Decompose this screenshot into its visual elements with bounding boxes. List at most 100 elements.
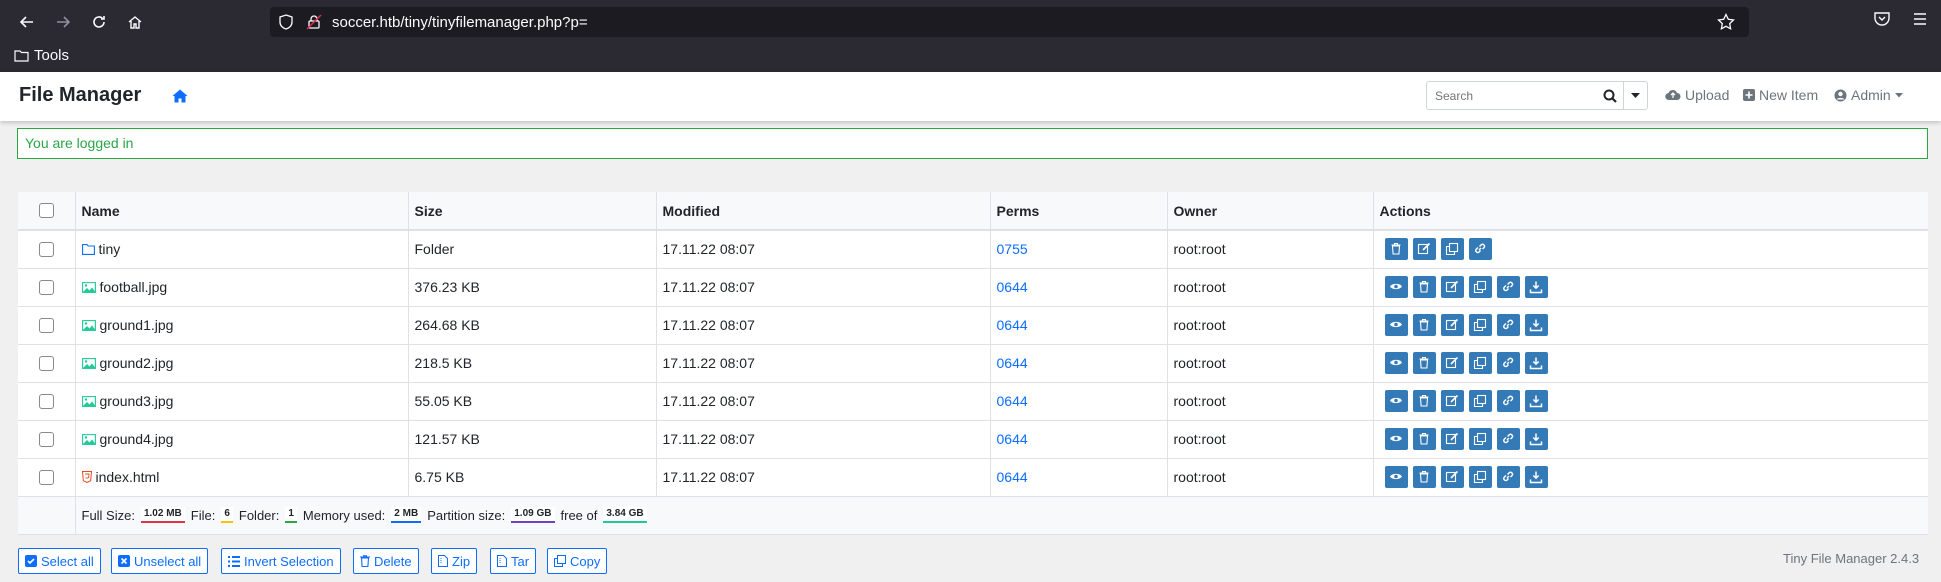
file-name-link[interactable]: tiny [81, 241, 402, 257]
zip-button[interactable]: Zip [431, 548, 478, 574]
download-button[interactable] [1524, 466, 1548, 488]
delete-file-button[interactable] [1384, 238, 1408, 261]
rename-button[interactable] [1412, 238, 1436, 261]
row-checkbox[interactable] [38, 279, 54, 295]
new-item-link[interactable]: New Item [1743, 87, 1818, 103]
admin-menu[interactable]: Admin [1834, 87, 1903, 103]
image-file-icon [81, 433, 96, 445]
delete-file-button[interactable] [1412, 352, 1436, 374]
delete-file-button[interactable] [1412, 466, 1436, 488]
copy-button[interactable]: Copy [547, 548, 608, 574]
view-button[interactable] [1384, 390, 1408, 412]
full-size-badge: 1.02 MB [140, 507, 185, 523]
file-owner: root:root [1167, 268, 1374, 307]
file-perms-link[interactable]: 0644 [997, 317, 1028, 333]
file-name-link[interactable]: ground4.jpg [81, 431, 402, 447]
forward-button[interactable] [49, 10, 77, 34]
delete-file-button[interactable] [1412, 314, 1436, 336]
copy-icon [1473, 470, 1487, 484]
unselect-all-button[interactable]: Unselect all [111, 548, 209, 574]
column-header-modified[interactable]: Modified [656, 192, 991, 231]
eye-icon [1390, 397, 1402, 404]
direct-link-button[interactable] [1468, 238, 1492, 261]
direct-link-button[interactable] [1496, 276, 1520, 298]
rename-button[interactable] [1440, 428, 1464, 450]
row-checkbox[interactable] [38, 393, 54, 409]
view-button[interactable] [1384, 466, 1408, 488]
file-name-link[interactable]: ground3.jpg [81, 393, 402, 409]
download-button[interactable] [1524, 390, 1548, 412]
copy-file-button[interactable] [1468, 276, 1492, 298]
rename-button[interactable] [1440, 314, 1464, 336]
file-perms-link[interactable]: 0755 [997, 241, 1028, 257]
row-checkbox[interactable] [38, 317, 54, 333]
bookmark-star-icon[interactable] [1717, 13, 1735, 31]
view-button[interactable] [1384, 428, 1408, 450]
column-header-owner[interactable]: Owner [1167, 192, 1374, 231]
file-name-link[interactable]: ground1.jpg [81, 317, 402, 333]
direct-link-button[interactable] [1496, 352, 1520, 374]
column-header-name[interactable]: Name [75, 192, 409, 231]
rename-button[interactable] [1440, 390, 1464, 412]
bookmark-tools[interactable]: Tools [14, 47, 69, 64]
file-perms-link[interactable]: 0644 [997, 355, 1028, 371]
file-size: 264.68 KB [408, 306, 657, 345]
download-button[interactable] [1524, 276, 1548, 298]
home-icon[interactable] [172, 89, 188, 103]
search-dropdown-toggle[interactable] [1623, 82, 1647, 109]
delete-file-button[interactable] [1412, 390, 1436, 412]
copy-file-button[interactable] [1468, 314, 1492, 336]
direct-link-button[interactable] [1496, 466, 1520, 488]
direct-link-button[interactable] [1496, 390, 1520, 412]
file-perms-link[interactable]: 0644 [997, 279, 1028, 295]
delete-file-button[interactable] [1412, 276, 1436, 298]
search-input[interactable] [1427, 82, 1595, 109]
rename-button[interactable] [1440, 466, 1464, 488]
select-all-button[interactable]: Select all [18, 548, 101, 574]
column-header-size[interactable]: Size [408, 192, 657, 231]
copy-file-button[interactable] [1468, 352, 1492, 374]
invert-selection-button[interactable]: Invert Selection [221, 548, 341, 574]
file-perms-link[interactable]: 0644 [997, 431, 1028, 447]
address-bar[interactable]: soccer.htb/tiny/tinyfilemanager.php?p= [270, 7, 1749, 37]
pocket-icon[interactable] [1873, 10, 1891, 28]
home-button[interactable] [121, 10, 149, 34]
copy-file-button[interactable] [1440, 238, 1464, 261]
direct-link-button[interactable] [1496, 428, 1520, 450]
tar-button[interactable]: Tar [490, 548, 537, 574]
file-name-link[interactable]: index.html [81, 469, 402, 485]
column-header-perms[interactable]: Perms [990, 192, 1168, 231]
reload-button[interactable] [85, 10, 113, 34]
file-perms-link[interactable]: 0644 [997, 393, 1028, 409]
copy-file-button[interactable] [1468, 466, 1492, 488]
delete-file-button[interactable] [1412, 428, 1436, 450]
rename-button[interactable] [1440, 352, 1464, 374]
rename-button[interactable] [1440, 276, 1464, 298]
file-name-link[interactable]: ground2.jpg [81, 355, 402, 371]
row-checkbox[interactable] [38, 469, 54, 485]
select-all-header[interactable] [18, 192, 76, 231]
copy-file-button[interactable] [1468, 428, 1492, 450]
view-button[interactable] [1384, 276, 1408, 298]
view-button[interactable] [1384, 352, 1408, 374]
download-icon [1529, 395, 1543, 408]
file-perms-link[interactable]: 0644 [997, 469, 1028, 485]
download-button[interactable] [1524, 314, 1548, 336]
view-button[interactable] [1384, 314, 1408, 336]
row-checkbox[interactable] [38, 431, 54, 447]
direct-link-button[interactable] [1496, 314, 1520, 336]
copy-file-button[interactable] [1468, 390, 1492, 412]
file-name-link[interactable]: football.jpg [81, 279, 402, 295]
download-button[interactable] [1524, 428, 1548, 450]
search-button[interactable] [1597, 82, 1623, 109]
back-button[interactable] [13, 10, 41, 34]
download-icon [1529, 281, 1543, 294]
delete-button[interactable]: Delete [353, 548, 419, 574]
download-button[interactable] [1524, 352, 1548, 374]
app-brand[interactable]: File Manager [19, 84, 141, 107]
row-checkbox[interactable] [38, 355, 54, 371]
upload-link[interactable]: Upload [1665, 87, 1729, 103]
select-all-checkbox[interactable] [38, 203, 54, 218]
hamburger-menu-icon[interactable] [1912, 11, 1928, 27]
row-checkbox[interactable] [38, 241, 54, 257]
